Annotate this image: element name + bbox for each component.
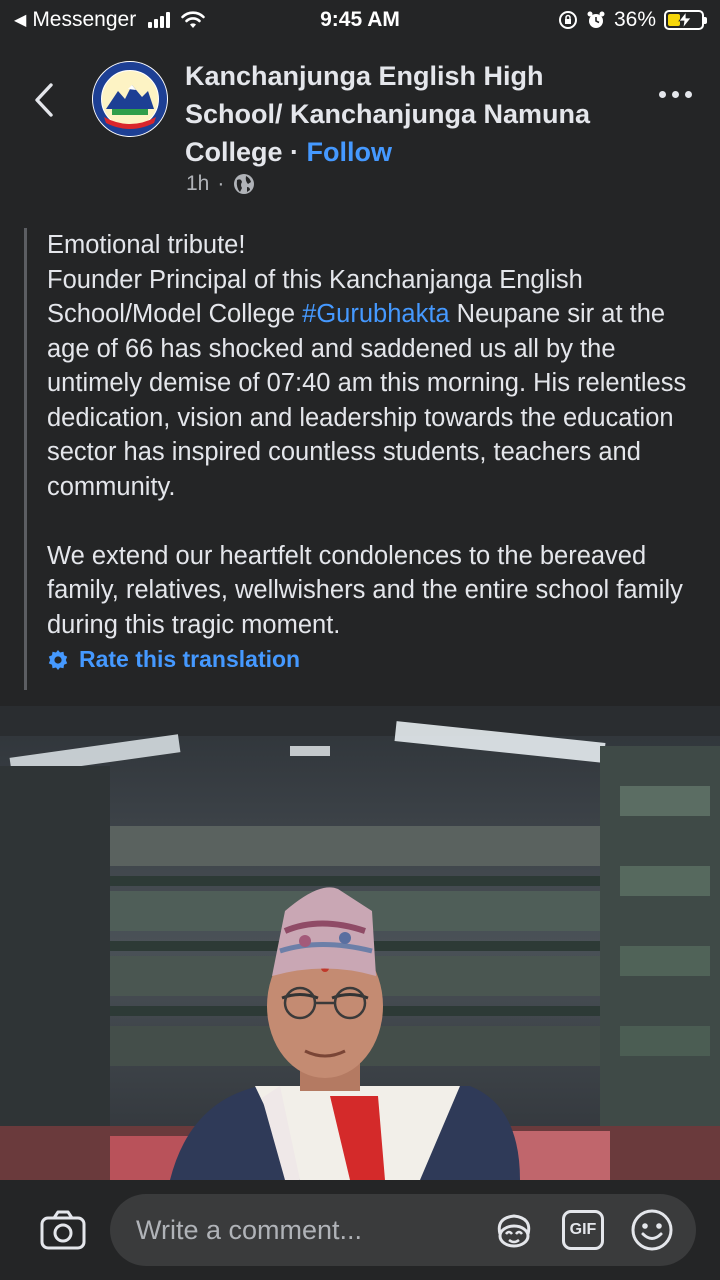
portrait-photo — [0, 706, 720, 1180]
globe-icon[interactable] — [232, 172, 256, 196]
gif-label: GIF — [569, 1221, 597, 1238]
back-app-label[interactable]: Messenger — [32, 8, 136, 32]
page-avatar[interactable] — [92, 61, 168, 137]
wifi-icon — [181, 11, 206, 28]
more-dot — [659, 91, 666, 98]
follow-button[interactable]: Follow — [307, 137, 392, 167]
gif-button[interactable]: GIF — [562, 1210, 604, 1250]
post-line-1: Emotional tribute! — [47, 231, 246, 259]
status-right: 36% — [558, 8, 707, 32]
facebook-post-screen: ◀ Messenger 9:45 AM 36% Kanchanjunga Eng… — [0, 0, 720, 1280]
hashtag-link[interactable]: #Gurubhakta — [302, 300, 449, 328]
more-dot — [672, 91, 679, 98]
bolt-icon — [678, 12, 692, 28]
rate-translation-label: Rate this translation — [79, 646, 301, 672]
page-name-block: Kanchanjunga English High School/ Kancha… — [185, 57, 645, 171]
comment-input-icons: GIF — [492, 1208, 674, 1252]
comment-bar: Write a comment... GIF — [0, 1180, 720, 1280]
comment-input[interactable]: Write a comment... GIF — [110, 1194, 696, 1266]
back-button[interactable] — [26, 77, 62, 123]
post-paragraph-1-end: Neupane sir at the age of 66 has shocked… — [47, 300, 694, 501]
alarm-icon — [587, 11, 605, 28]
post-photo[interactable] — [0, 706, 720, 1180]
signal-icon — [148, 12, 171, 28]
more-options-button[interactable] — [659, 91, 692, 98]
post-body: Emotional tribute! Founder Principal of … — [24, 228, 714, 690]
name-separator: · — [282, 137, 307, 167]
orientation-lock-icon — [558, 11, 577, 29]
post-header: Kanchanjunga English High School/ Kancha… — [0, 55, 720, 205]
post-text: Emotional tribute! Founder Principal of … — [47, 228, 714, 642]
rate-translation-link[interactable]: Rate this translation — [47, 646, 714, 673]
avatar-sticker-icon[interactable] — [492, 1208, 536, 1252]
status-left: ◀ Messenger — [14, 8, 206, 32]
emoji-icon[interactable] — [630, 1208, 674, 1252]
camera-icon[interactable] — [40, 1210, 86, 1250]
status-bar: ◀ Messenger 9:45 AM 36% — [0, 0, 720, 40]
post-meta: 1h · — [186, 172, 256, 196]
comment-placeholder: Write a comment... — [136, 1214, 363, 1245]
post-paragraph-2: We extend our heartfelt condolences to t… — [47, 541, 690, 639]
gear-icon — [48, 649, 68, 670]
more-dot — [685, 91, 692, 98]
chevron-left-icon — [35, 83, 53, 117]
battery-charging-icon — [664, 10, 707, 30]
back-to-app-icon[interactable]: ◀ — [14, 10, 26, 30]
post-time[interactable]: 1h — [186, 172, 209, 196]
battery-percent: 36% — [613, 8, 656, 31]
meta-dot: · — [217, 172, 225, 195]
school-logo-icon — [93, 62, 167, 136]
